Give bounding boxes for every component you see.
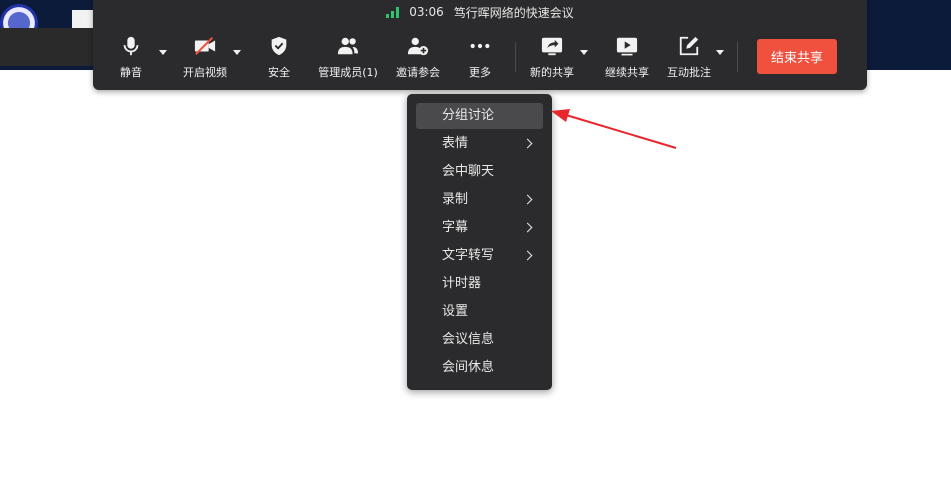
menu-item[interactable]: 计时器: [416, 271, 543, 297]
end-share-button[interactable]: 结束共享: [757, 39, 837, 74]
menu-item-label: 文字转写: [442, 248, 495, 263]
menu-item-label: 计时器: [442, 276, 482, 291]
signal-strength-icon: [386, 6, 400, 18]
share-icon: [539, 34, 565, 58]
menu-item[interactable]: 会议信息: [416, 327, 543, 353]
meeting-title: 笃行晖网络的快速会议: [453, 5, 574, 20]
menu-item[interactable]: 设置: [416, 299, 543, 325]
menu-item[interactable]: 分组讨论: [416, 103, 543, 129]
toolbar-separator: [737, 42, 738, 72]
video-off-icon: [192, 34, 218, 58]
menu-item[interactable]: 文字转写: [416, 243, 543, 269]
new-share-button[interactable]: 新的共享: [528, 34, 576, 82]
resume-share-label: 继续共享: [605, 66, 649, 79]
share-options-caret[interactable]: [580, 50, 588, 55]
menu-item-label: 会间休息: [442, 360, 495, 375]
annotate-button[interactable]: 互动批注: [665, 34, 713, 82]
start-video-label: 开启视频: [183, 66, 227, 79]
annotate-options-caret[interactable]: [716, 50, 724, 55]
menu-item-label: 表情: [442, 136, 469, 151]
invite-label: 邀请参会: [396, 66, 440, 79]
meeting-status-line: 03:06 笃行晖网络的快速会议: [93, 3, 867, 21]
annotate-icon: [676, 34, 702, 58]
mute-label: 静音: [120, 66, 142, 79]
mute-button[interactable]: 静音: [117, 34, 145, 82]
menu-item[interactable]: 会间休息: [416, 355, 543, 381]
desktop-window-thumb: [72, 10, 94, 28]
more-icon: [467, 34, 493, 58]
video-options-caret[interactable]: [233, 50, 241, 55]
more-button[interactable]: 更多: [466, 34, 494, 82]
chevron-right-icon: [522, 250, 533, 261]
desktop-window-strip: [0, 28, 100, 66]
microphone-icon: [118, 34, 144, 58]
security-label: 安全: [268, 66, 290, 79]
shield-icon: [266, 34, 292, 58]
menu-item[interactable]: 表情: [416, 131, 543, 157]
start-video-button[interactable]: 开启视频: [181, 34, 229, 82]
chevron-right-icon: [522, 222, 533, 233]
manage-members-label: 管理成员(1): [318, 66, 378, 79]
resume-share-button[interactable]: 继续共享: [603, 34, 651, 82]
menu-item[interactable]: 字幕: [416, 215, 543, 241]
new-share-label: 新的共享: [530, 66, 574, 79]
meeting-timer: 03:06: [409, 5, 444, 19]
menu-item-label: 录制: [442, 192, 469, 207]
menu-item[interactable]: 录制: [416, 187, 543, 213]
chevron-right-icon: [522, 138, 533, 149]
menu-item-label: 分组讨论: [442, 108, 495, 123]
meeting-toolbar: 03:06 笃行晖网络的快速会议 静音 开启视频 安全 管理成员(1) 邀请参会…: [93, 0, 867, 90]
more-dropdown-menu: 分组讨论表情会中聊天录制字幕文字转写计时器设置会议信息会间休息: [407, 94, 552, 390]
toolbar-separator: [515, 42, 516, 72]
menu-item[interactable]: 会中聊天: [416, 159, 543, 185]
more-label: 更多: [469, 66, 491, 79]
manage-members-button[interactable]: 管理成员(1): [317, 34, 379, 82]
annotate-label: 互动批注: [667, 66, 711, 79]
menu-item-label: 设置: [442, 304, 469, 319]
chevron-right-icon: [522, 194, 533, 205]
play-screen-icon: [614, 34, 640, 58]
security-button[interactable]: 安全: [265, 34, 293, 82]
menu-item-label: 字幕: [442, 220, 469, 235]
menu-item-label: 会议信息: [442, 332, 495, 347]
audio-options-caret[interactable]: [159, 50, 167, 55]
invite-button[interactable]: 邀请参会: [394, 34, 442, 82]
members-icon: [335, 34, 361, 58]
menu-item-label: 会中聊天: [442, 164, 495, 179]
add-user-icon: [405, 34, 431, 58]
